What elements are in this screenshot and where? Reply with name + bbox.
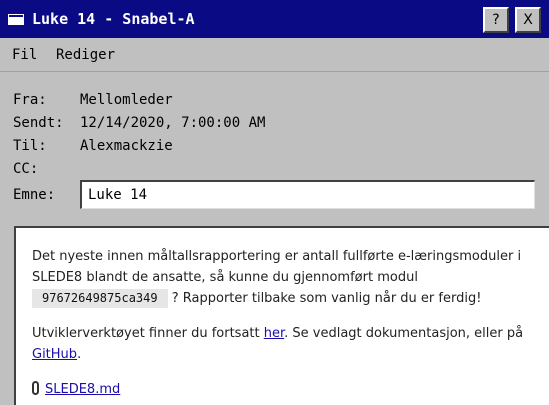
body-text-2: ? Rapporter tilbake som vanlig når du er…: [171, 291, 482, 306]
body-text-5: .: [77, 347, 82, 362]
cc-label: CC:: [13, 161, 39, 177]
window-title: Luke 14 - Snabel-A: [32, 10, 195, 28]
to-value: Alexmackzie: [80, 138, 173, 154]
sent-label: Sendt:: [13, 115, 64, 131]
body-text-3: Utviklerverktøyet finner du fortsatt: [32, 326, 260, 341]
help-button[interactable]: ?: [483, 7, 509, 33]
menu-bar: Fil Rediger: [0, 38, 549, 72]
tool-link[interactable]: her: [264, 326, 284, 341]
menu-item-fil[interactable]: Fil: [12, 47, 37, 63]
message-body[interactable]: Det nyeste innen måltallsrapportering er…: [14, 226, 549, 405]
title-bar: Luke 14 - Snabel-A ? X: [0, 0, 549, 38]
body-paragraph-1: Det nyeste innen måltallsrapportering er…: [32, 246, 532, 309]
sent-value: 12/14/2020, 7:00:00 AM: [80, 115, 266, 131]
message-content: Det nyeste innen måltallsrapportering er…: [32, 246, 532, 400]
paperclip-icon: [32, 381, 39, 395]
from-label: Fra:: [13, 92, 47, 108]
subject-field[interactable]: [80, 180, 535, 209]
from-value: Mellomleder: [80, 92, 173, 108]
window-icon: [8, 14, 24, 25]
body-text-1: Det nyeste innen måltallsrapportering er…: [32, 249, 522, 285]
menu-item-rediger[interactable]: Rediger: [56, 47, 115, 63]
body-paragraph-2: Utviklerverktøyet finner du fortsatt her…: [32, 323, 532, 365]
subject-label: Emne:: [13, 187, 56, 203]
close-button[interactable]: X: [515, 7, 541, 33]
attachment: SLEDE8.md: [32, 379, 532, 400]
github-link[interactable]: GitHub: [32, 347, 77, 362]
module-code: 97672649875ca349: [32, 289, 168, 308]
to-label: Til:: [13, 138, 47, 154]
attachment-link[interactable]: SLEDE8.md: [45, 382, 120, 397]
mail-window: Luke 14 - Snabel-A ? X Fil Rediger Fra: …: [0, 0, 549, 405]
body-text-4: . Se vedlagt dokumentasjon, eller på: [284, 326, 524, 341]
